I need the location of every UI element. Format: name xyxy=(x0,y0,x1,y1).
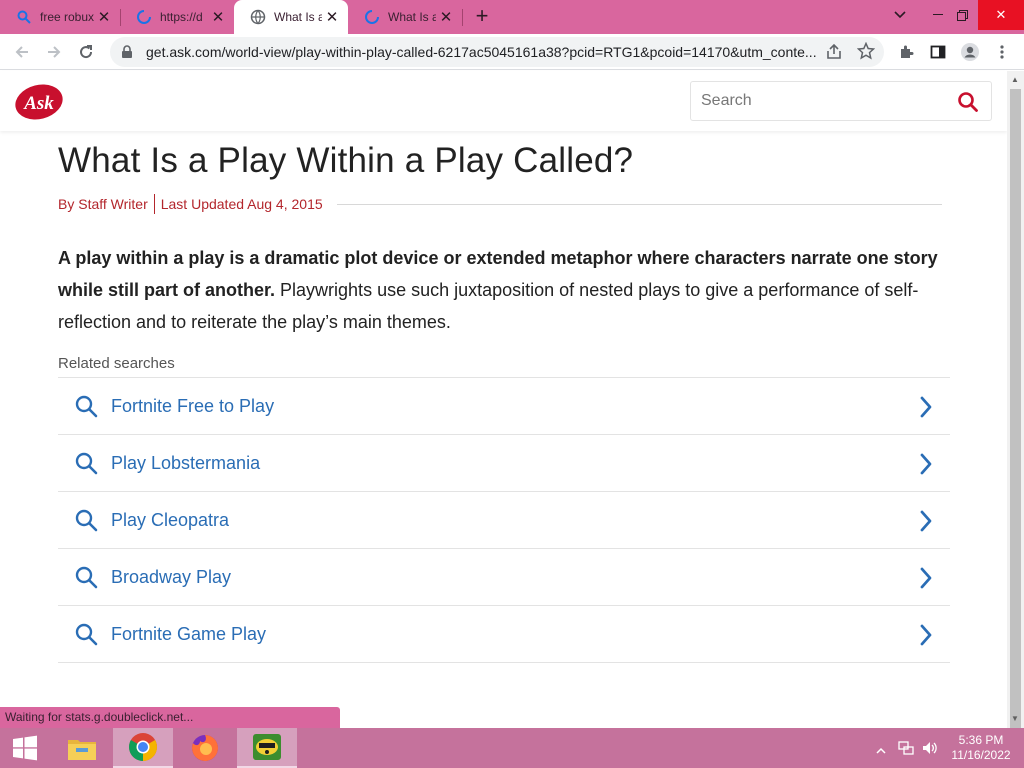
menu-kebab-icon[interactable] xyxy=(988,38,1016,66)
related-search-label: Fortnite Free to Play xyxy=(111,395,275,416)
windows-start-icon[interactable] xyxy=(0,728,50,768)
tab-title: free robux xyxy=(40,10,94,24)
tab-title: What Is a xyxy=(274,10,322,24)
clock-time: 5:36 PM xyxy=(958,733,1004,747)
search-icon xyxy=(75,395,98,418)
tab-1[interactable]: free robux ✕ xyxy=(0,0,120,34)
related-search-label: Broadway Play xyxy=(111,566,232,587)
related-search-label: Fortnite Game Play xyxy=(111,623,267,644)
chrome-icon[interactable] xyxy=(113,728,173,768)
scrollbar-thumb[interactable] xyxy=(1010,89,1021,734)
related-search-label: Play Lobstermania xyxy=(111,452,261,473)
forward-icon[interactable] xyxy=(40,38,68,66)
windows-taskbar: 5:36 PM 11/16/2022 xyxy=(0,728,1024,768)
chevron-right-icon xyxy=(920,510,932,532)
related-search-item[interactable]: Fortnite Game Play xyxy=(58,606,950,663)
restore-button[interactable] xyxy=(946,0,978,30)
scroll-down-arrow-icon[interactable]: ▼ xyxy=(1011,714,1019,723)
globe-icon xyxy=(250,9,266,25)
tab-4[interactable]: What Is a ✕ xyxy=(348,0,462,34)
close-tab-icon[interactable]: ✕ xyxy=(322,7,342,27)
page-scrollbar[interactable]: ▲ ▼ xyxy=(1007,71,1024,734)
lead-paragraph: A play within a play is a dramatic plot … xyxy=(58,242,950,338)
share-icon[interactable] xyxy=(825,43,843,66)
address-bar[interactable]: get.ask.com/world-view/play-within-play-… xyxy=(110,37,884,67)
last-updated: Last Updated Aug 4, 2015 xyxy=(160,196,323,212)
profile-avatar-icon[interactable] xyxy=(956,38,984,66)
chevron-right-icon xyxy=(920,396,932,418)
related-search-item[interactable]: Play Cleopatra xyxy=(58,492,950,549)
close-tab-icon[interactable]: ✕ xyxy=(208,7,228,27)
show-hidden-icons-chevron-icon[interactable] xyxy=(876,742,886,760)
game-app-icon[interactable] xyxy=(237,728,297,768)
taskbar-clock[interactable]: 5:36 PM 11/16/2022 xyxy=(946,733,1016,763)
related-search-label: Play Cleopatra xyxy=(111,509,230,530)
search-icon xyxy=(75,452,98,475)
logo-text: Ask xyxy=(23,93,54,114)
extensions-icon[interactable] xyxy=(892,38,920,66)
close-window-button[interactable]: ✕ xyxy=(978,0,1024,30)
browser-toolbar: get.ask.com/world-view/play-within-play-… xyxy=(0,34,1024,70)
reload-icon[interactable] xyxy=(72,38,100,66)
search-input[interactable] xyxy=(701,92,951,110)
side-panel-icon[interactable] xyxy=(924,38,952,66)
related-search-item[interactable]: Broadway Play xyxy=(58,549,950,606)
scroll-up-arrow-icon[interactable]: ▲ xyxy=(1011,75,1019,84)
tab-title: https://d xyxy=(160,10,203,24)
back-icon[interactable] xyxy=(8,38,36,66)
clock-date: 11/16/2022 xyxy=(951,748,1011,762)
bookmark-star-icon[interactable] xyxy=(856,41,876,65)
chevron-right-icon xyxy=(920,567,932,589)
loading-icon xyxy=(364,9,380,25)
tab-bar: free robux ✕ https://d ✕ What Is a ✕ Wha… xyxy=(0,0,1024,34)
related-search-item[interactable]: Fortnite Free to Play xyxy=(58,378,950,435)
byline-rule xyxy=(336,203,942,205)
lock-icon xyxy=(122,45,132,58)
article: What Is a Play Within a Play Called? By … xyxy=(58,131,950,663)
network-icon[interactable] xyxy=(898,740,914,761)
loading-icon xyxy=(136,9,152,25)
search-icon xyxy=(16,9,32,25)
tab-title: What Is a xyxy=(388,10,436,24)
page-title: What Is a Play Within a Play Called? xyxy=(58,141,634,180)
search-icon xyxy=(75,623,98,646)
tab-3-active[interactable]: What Is a ✕ xyxy=(234,0,348,34)
search-icon xyxy=(75,566,98,589)
firefox-icon[interactable] xyxy=(175,728,235,768)
close-tab-icon[interactable]: ✕ xyxy=(436,7,456,27)
related-searches-label: Related searches xyxy=(58,355,175,372)
tab-2[interactable]: https://d ✕ xyxy=(120,0,234,34)
author[interactable]: By Staff Writer xyxy=(58,196,148,212)
status-bubble: Waiting for stats.g.doubleclick.net... xyxy=(0,707,340,728)
chevron-right-icon xyxy=(920,624,932,646)
ask-logo[interactable]: Ask xyxy=(14,83,64,121)
new-tab-button[interactable]: + xyxy=(470,5,494,29)
chevron-right-icon xyxy=(920,453,932,475)
file-explorer-icon[interactable] xyxy=(52,728,112,768)
related-search-item[interactable]: Play Lobstermania xyxy=(58,435,950,492)
tab-search-icon[interactable] xyxy=(884,0,916,30)
byline-divider xyxy=(153,194,155,214)
volume-icon[interactable] xyxy=(921,740,939,761)
close-tab-icon[interactable]: ✕ xyxy=(94,7,114,27)
byline: By Staff Writer Last Updated Aug 4, 2015 xyxy=(58,193,950,215)
search-icon xyxy=(75,509,98,532)
site-header: Ask xyxy=(0,71,1007,131)
site-search-box[interactable] xyxy=(690,81,992,121)
search-icon[interactable] xyxy=(957,91,979,113)
url-text: get.ask.com/world-view/play-within-play-… xyxy=(146,44,817,60)
related-searches-list: Fortnite Free to Play Play Lobstermania … xyxy=(58,377,950,663)
